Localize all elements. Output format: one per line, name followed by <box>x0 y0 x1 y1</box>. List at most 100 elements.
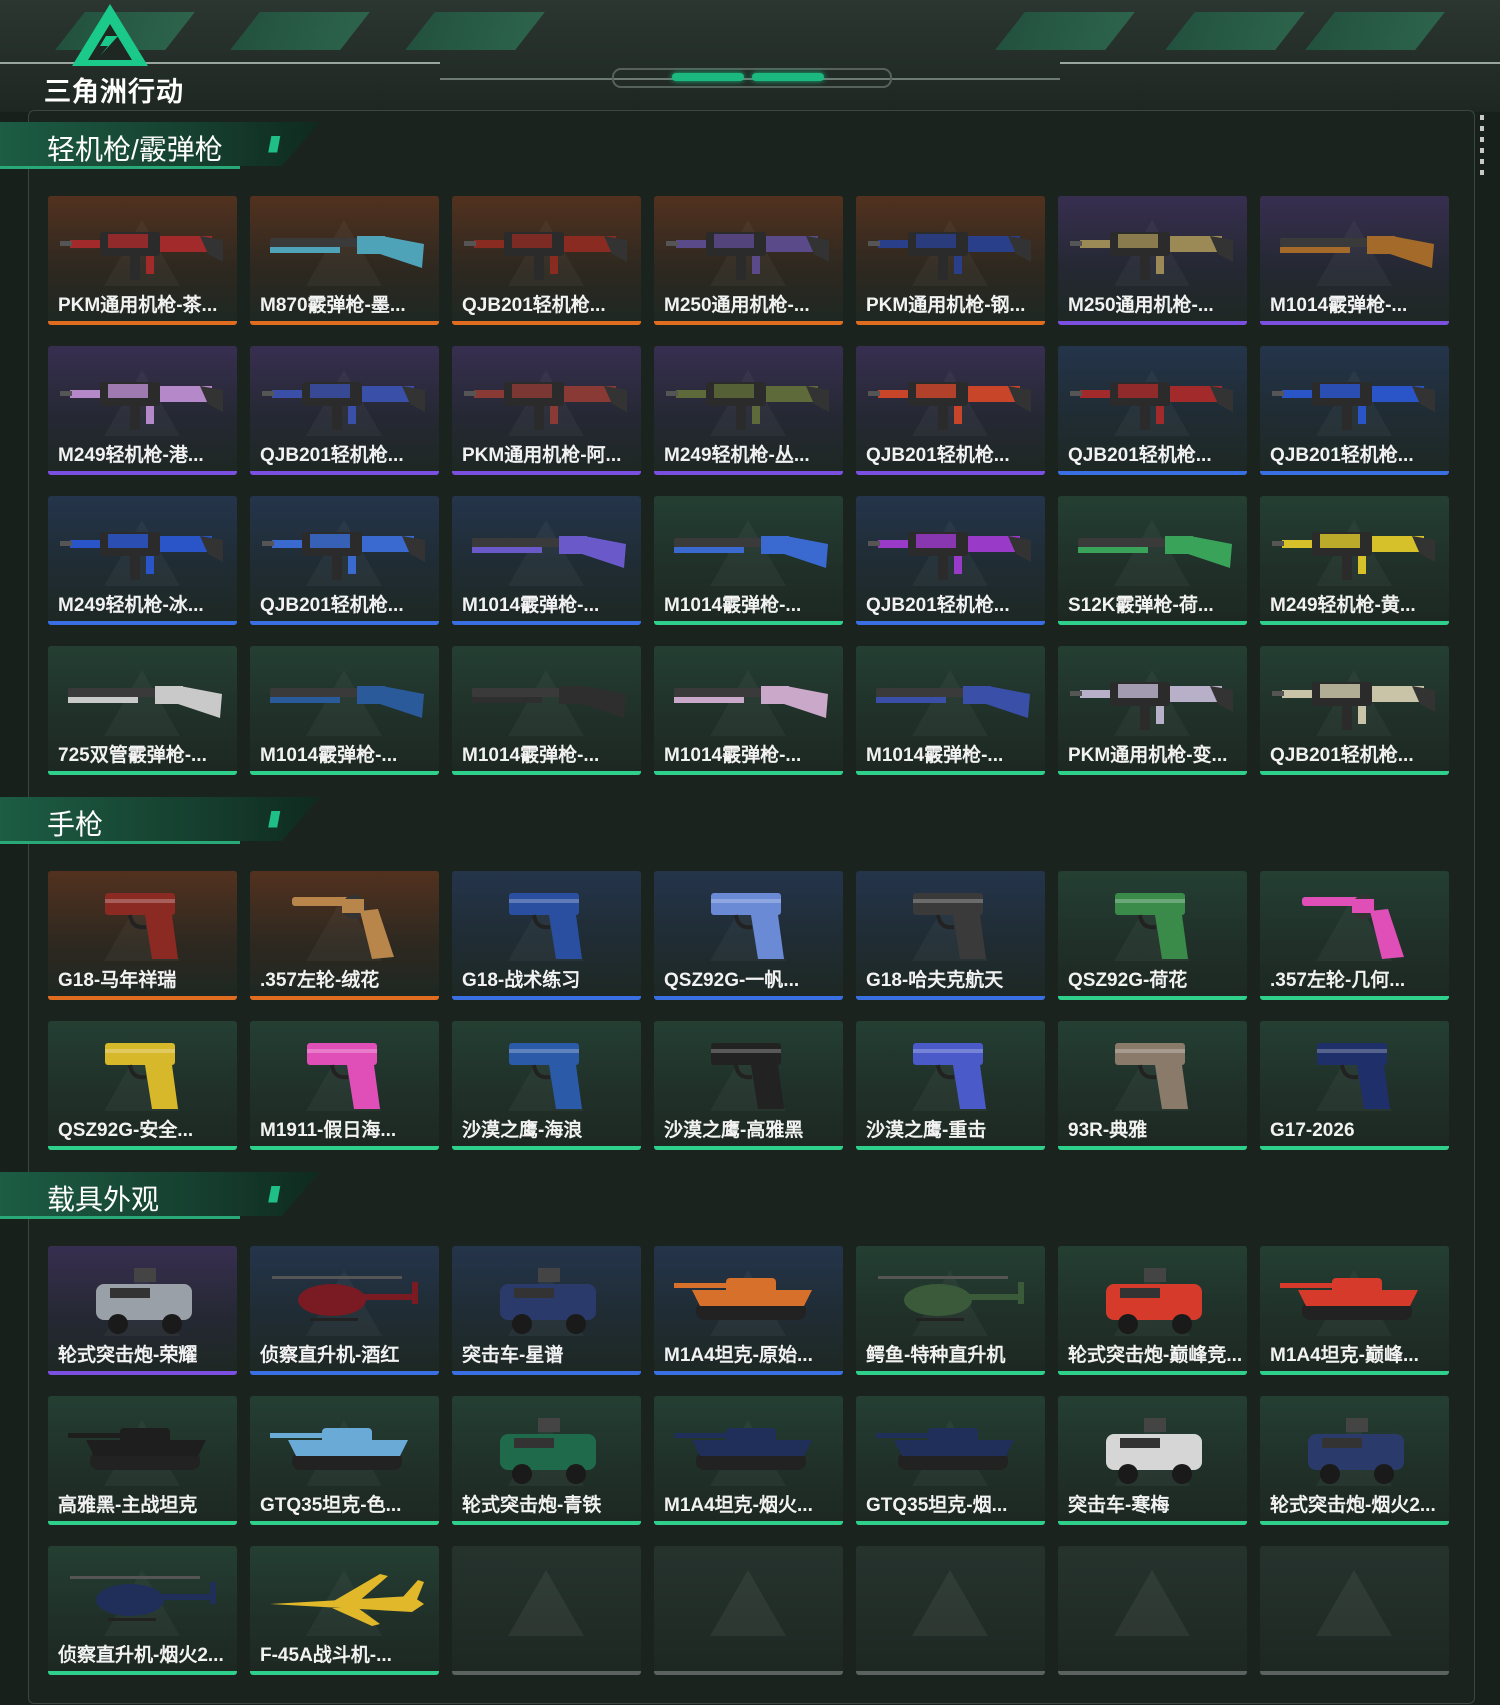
item-name: PKM通用机枪-茶... <box>58 295 218 316</box>
item-card[interactable]: M250通用机枪-... <box>654 196 843 325</box>
armored-car-icon <box>1106 1268 1202 1334</box>
item-card[interactable]: GTQ35坦克-烟... <box>856 1396 1045 1525</box>
banner-stripe <box>230 12 370 50</box>
pistol-icon <box>509 1043 582 1109</box>
section-title: 载具外观 <box>47 1184 160 1215</box>
item-card[interactable]: PKM通用机枪-阿... <box>452 346 641 475</box>
item-card[interactable]: QSZ92G-一帆... <box>654 871 843 1000</box>
item-card[interactable]: QSZ92G-荷花 <box>1058 871 1247 1000</box>
item-card[interactable]: M249轻机枪-港... <box>48 346 237 475</box>
armored-car-icon <box>500 1268 596 1334</box>
item-card[interactable]: 突击车-寒梅 <box>1058 1396 1247 1525</box>
rarity-bar <box>48 1146 237 1150</box>
item-card[interactable]: 轮式突击炮-荣耀 <box>48 1246 237 1375</box>
item-card[interactable]: 突击车-星谱 <box>452 1246 641 1375</box>
item-card[interactable]: M1A4坦克-巅峰... <box>1260 1246 1449 1375</box>
delta-logo-icon <box>72 4 148 66</box>
item-name: QJB201轻机枪... <box>1068 445 1212 466</box>
item-card[interactable]: QSZ92G-安全... <box>48 1021 237 1150</box>
revolver-icon <box>1302 895 1404 959</box>
rarity-bar <box>48 321 237 325</box>
tank-icon <box>674 1278 812 1320</box>
item-card[interactable]: M1A4坦克-烟火... <box>654 1396 843 1525</box>
item-card[interactable]: QJB201轻机枪... <box>1260 346 1449 475</box>
machine-gun-icon <box>868 232 1031 280</box>
rarity-bar <box>1260 1671 1449 1675</box>
rarity-bar <box>452 621 641 625</box>
item-card[interactable]: M249轻机枪-冰... <box>48 496 237 625</box>
rarity-bar <box>1058 996 1247 1000</box>
item-card[interactable]: 侦察直升机-酒红 <box>250 1246 439 1375</box>
item-card[interactable]: 沙漠之鹰-海浪 <box>452 1021 641 1150</box>
banner-line <box>1060 62 1500 64</box>
item-card[interactable]: G18-哈夫克航天 <box>856 871 1045 1000</box>
item-card[interactable]: M250通用机枪-... <box>1058 196 1247 325</box>
item-card[interactable]: G18-马年祥瑞 <box>48 871 237 1000</box>
item-card[interactable]: M1014霰弹枪-... <box>250 646 439 775</box>
item-card[interactable]: 轮式突击炮-巅峰竞... <box>1058 1246 1247 1375</box>
scrollbar[interactable] <box>1480 115 1484 179</box>
item-card[interactable]: 93R-典雅 <box>1058 1021 1247 1150</box>
rarity-bar <box>654 771 843 775</box>
banner-line <box>0 62 440 64</box>
rarity-bar <box>1260 621 1449 625</box>
item-card[interactable]: PKM通用机枪-茶... <box>48 196 237 325</box>
item-card[interactable]: QJB201轻机枪... <box>250 496 439 625</box>
revolver-icon <box>292 895 394 959</box>
rarity-bar <box>48 1371 237 1375</box>
item-card[interactable]: .357左轮-绒花 <box>250 871 439 1000</box>
rarity-bar <box>1058 1671 1247 1675</box>
item-card[interactable]: 725双管霰弹枪-... <box>48 646 237 775</box>
item-card[interactable]: 轮式突击炮-烟火2... <box>1260 1396 1449 1525</box>
rarity-bar <box>250 1521 439 1525</box>
item-name: M1014霰弹枪-... <box>1270 295 1408 316</box>
brand-name: 三角洲行动 <box>44 77 184 107</box>
item-card[interactable]: M249轻机枪-丛... <box>654 346 843 475</box>
machine-gun-icon <box>1272 382 1435 430</box>
item-card[interactable]: QJB201轻机枪... <box>1260 646 1449 775</box>
shotgun-icon <box>472 536 626 568</box>
item-card[interactable]: M870霰弹枪-墨... <box>250 196 439 325</box>
item-card[interactable]: 高雅黑-主战坦克 <box>48 1396 237 1525</box>
item-card[interactable]: QJB201轻机枪... <box>856 346 1045 475</box>
item-card[interactable]: PKM通用机枪-钢... <box>856 196 1045 325</box>
rarity-bar <box>1260 1146 1449 1150</box>
item-name: G18-哈夫克航天 <box>866 970 1004 991</box>
item-card[interactable]: M249轻机枪-黄... <box>1260 496 1449 625</box>
item-card[interactable]: M1014霰弹枪-... <box>654 646 843 775</box>
item-card[interactable]: M1014霰弹枪-... <box>1260 196 1449 325</box>
item-card[interactable]: 鳄鱼-特种直升机 <box>856 1246 1045 1375</box>
rarity-bar <box>1260 1521 1449 1525</box>
item-card[interactable]: G17-2026 <box>1260 1021 1449 1150</box>
rarity-bar <box>250 471 439 475</box>
item-card[interactable]: M1014霰弹枪-... <box>856 646 1045 775</box>
item-card[interactable]: M1A4坦克-原始... <box>654 1246 843 1375</box>
item-card[interactable]: QJB201轻机枪... <box>250 346 439 475</box>
item-card[interactable]: 轮式突击炮-青铁 <box>452 1396 641 1525</box>
item-card[interactable]: M1014霰弹枪-... <box>452 496 641 625</box>
item-card[interactable]: 侦察直升机-烟火2... <box>48 1546 237 1675</box>
item-card[interactable]: G18-战术练习 <box>452 871 641 1000</box>
rarity-bar <box>1058 771 1247 775</box>
machine-gun-icon <box>1070 682 1233 730</box>
item-name: M1014霰弹枪-... <box>260 745 398 766</box>
item-card[interactable]: QJB201轻机枪... <box>452 196 641 325</box>
item-card[interactable]: S12K霰弹枪-荷... <box>1058 496 1247 625</box>
rarity-bar <box>856 621 1045 625</box>
rarity-bar <box>1058 471 1247 475</box>
item-card[interactable]: F-45A战斗机-... <box>250 1546 439 1675</box>
item-card[interactable]: GTQ35坦克-色... <box>250 1396 439 1525</box>
item-card[interactable]: QJB201轻机枪... <box>1058 346 1247 475</box>
item-card[interactable]: M1014霰弹枪-... <box>452 646 641 775</box>
item-card[interactable]: M1911-假日海... <box>250 1021 439 1150</box>
rarity-bar <box>452 1146 641 1150</box>
rarity-bar <box>1260 321 1449 325</box>
item-card[interactable]: PKM通用机枪-变... <box>1058 646 1247 775</box>
item-card[interactable]: M1014霰弹枪-... <box>654 496 843 625</box>
rarity-bar <box>856 471 1045 475</box>
rarity-bar <box>856 1671 1045 1675</box>
item-card[interactable]: 沙漠之鹰-高雅黑 <box>654 1021 843 1150</box>
item-card[interactable]: QJB201轻机枪... <box>856 496 1045 625</box>
item-card[interactable]: .357左轮-几何... <box>1260 871 1449 1000</box>
item-card[interactable]: 沙漠之鹰-重击 <box>856 1021 1045 1150</box>
